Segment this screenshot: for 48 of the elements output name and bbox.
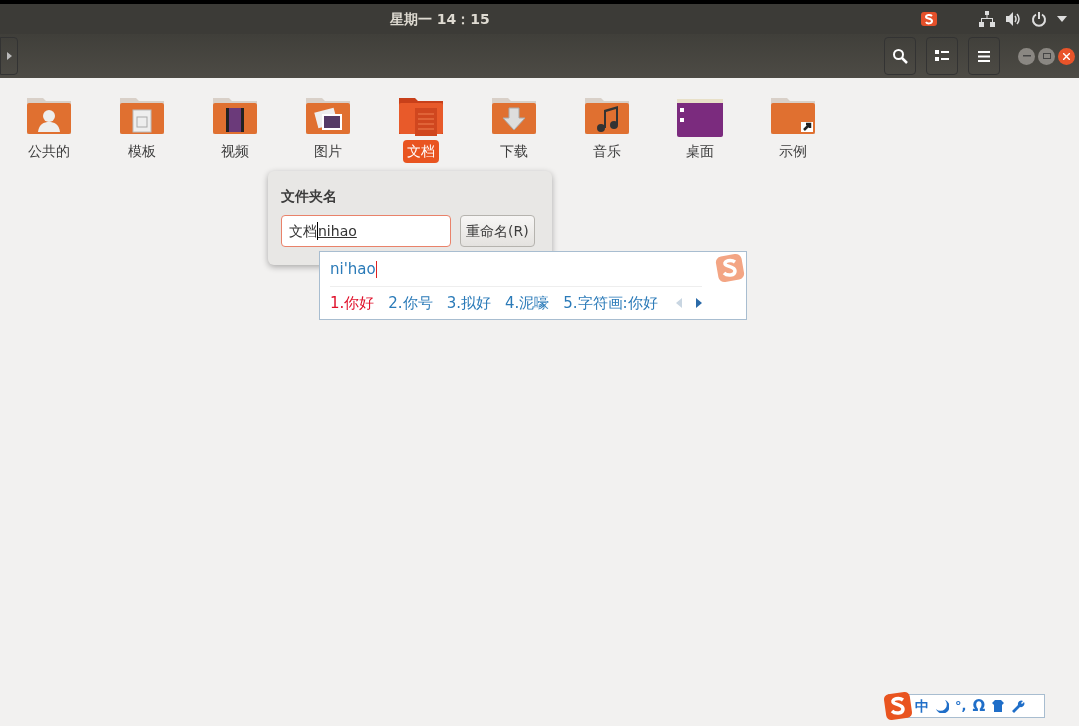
symbols-button[interactable]: Ω bbox=[972, 694, 986, 718]
candidate[interactable]: 4.泥嚎 bbox=[504, 291, 550, 315]
pinyin-text: ni'hao bbox=[330, 258, 376, 280]
moon-icon[interactable] bbox=[935, 699, 949, 713]
candidate[interactable]: 5.字符画:你好 bbox=[563, 291, 658, 315]
folder-label[interactable]: 公共的 bbox=[23, 140, 74, 163]
popover-title: 文件夹名 bbox=[281, 187, 338, 206]
input-method-icon[interactable] bbox=[921, 12, 937, 26]
folder-label[interactable]: 文档 bbox=[402, 140, 439, 163]
next-page-icon[interactable] bbox=[695, 298, 702, 308]
close-icon bbox=[1063, 52, 1070, 60]
volume-icon[interactable] bbox=[1005, 11, 1021, 27]
list-view-icon bbox=[935, 50, 949, 62]
maximize-icon bbox=[1042, 53, 1051, 59]
dropdown-caret-icon[interactable] bbox=[1057, 16, 1067, 22]
menu-button[interactable] bbox=[968, 37, 1000, 75]
shirt-icon[interactable] bbox=[991, 699, 1006, 713]
chinese-mode-toggle[interactable]: 中 bbox=[915, 695, 929, 717]
rename-button[interactable]: 重命名(R) bbox=[460, 215, 535, 247]
candidate[interactable]: 3.拟好 bbox=[446, 291, 491, 315]
preedit-text: nihao bbox=[318, 221, 357, 241]
clock[interactable]: 星期一 14：15 bbox=[390, 8, 490, 30]
folder-label[interactable]: 模板 bbox=[123, 140, 160, 163]
folder-label[interactable]: 音乐 bbox=[588, 140, 625, 163]
menu-icon bbox=[978, 50, 990, 62]
sidebar-toggle-button[interactable] bbox=[0, 37, 18, 75]
search-icon bbox=[892, 48, 908, 64]
sogou-logo-icon[interactable] bbox=[883, 691, 913, 721]
folder-label[interactable]: 下载 bbox=[495, 140, 532, 163]
search-button[interactable] bbox=[884, 37, 916, 75]
folder-label[interactable]: 桌面 bbox=[681, 140, 718, 163]
power-icon[interactable] bbox=[1031, 11, 1047, 27]
punctuation-toggle[interactable]: °, bbox=[955, 696, 967, 716]
candidate[interactable]: 1.你好 bbox=[330, 291, 375, 315]
network-icon[interactable] bbox=[979, 11, 995, 27]
folder-name-field[interactable]: 文档 nihao bbox=[281, 215, 451, 247]
wrench-icon[interactable] bbox=[1011, 699, 1026, 713]
view-toggle-button[interactable] bbox=[926, 37, 958, 75]
folder-label[interactable]: 示例 bbox=[774, 140, 811, 163]
folder-label[interactable]: 图片 bbox=[309, 140, 346, 163]
close-button[interactable] bbox=[1058, 47, 1075, 65]
minimize-icon bbox=[1022, 55, 1031, 57]
minimize-button[interactable] bbox=[1018, 47, 1035, 65]
folder-label[interactable]: 视频 bbox=[216, 140, 253, 163]
caret-right-icon bbox=[6, 52, 12, 60]
candidate[interactable]: 2.你号 bbox=[388, 291, 433, 315]
desktop-folder-icon[interactable] bbox=[675, 98, 724, 138]
field-value: 文档 bbox=[289, 221, 317, 241]
